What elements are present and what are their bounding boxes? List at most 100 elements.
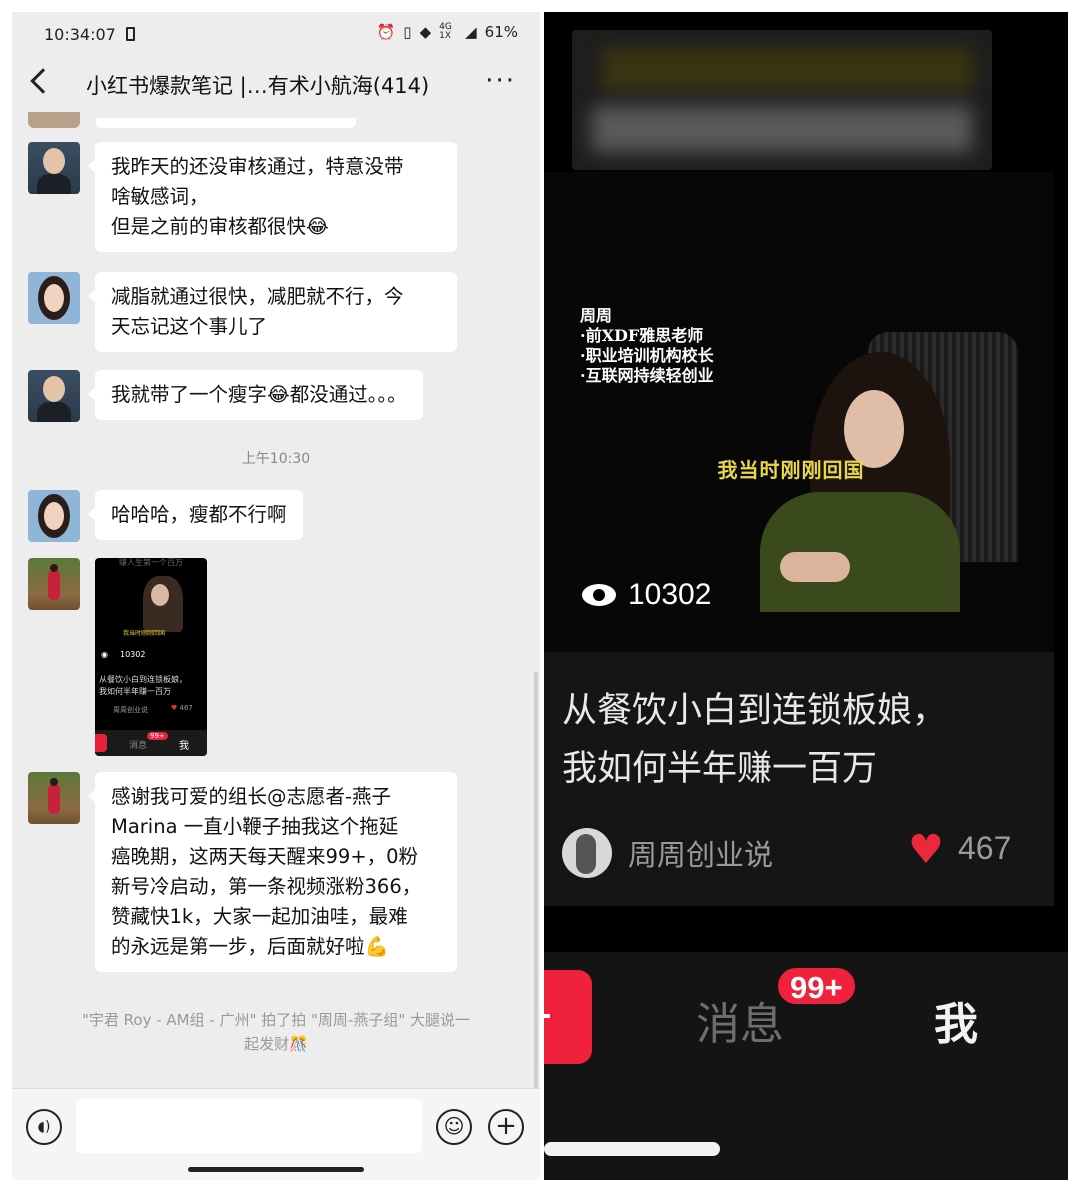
speaker-hands: [780, 552, 850, 582]
message-bubble[interactable]: 我就带了一个瘦字😂都没通过。。。: [88, 370, 423, 420]
thumb-likes: ♥ 467: [171, 704, 193, 712]
message-bubble[interactable]: 感谢我可爱的组长@志愿者-燕子 Marina 一直小鞭子抽我这个拖延 癌晚期，这…: [88, 772, 457, 972]
messages-badge: 99+: [776, 966, 857, 1006]
intro-line: ·前XDF雅思老师: [580, 326, 704, 345]
author-avatar[interactable]: [562, 828, 612, 878]
message-list: 我昨天的还没审核通过，特意没带 啥敏感词， 但是之前的审核都很快😂 减脂就通过很…: [12, 112, 540, 1092]
nav-me[interactable]: 我: [934, 988, 978, 1052]
message-row: 我就带了一个瘦字😂都没通过。。。: [28, 370, 423, 422]
thumb-nav: 消息 99+ 我: [95, 730, 207, 756]
views-counter: 10302: [582, 578, 711, 612]
message-bubble: [96, 118, 356, 128]
avatar[interactable]: [28, 112, 80, 128]
video-subtitle: 我当时刚刚回国: [717, 458, 865, 482]
thumb-top-text: 赚人生第一个百万: [119, 558, 183, 567]
thumb-face: [151, 584, 169, 606]
vibrate-icon: ▯: [403, 23, 412, 41]
scrollbar[interactable]: [534, 672, 538, 1092]
plus-icon[interactable]: +: [488, 1109, 524, 1145]
intro-line: 周周: [580, 306, 613, 325]
message-line: 我就带了一个瘦字😂都没通过。。。: [111, 383, 407, 406]
thumb-subtitle: 我当时刚刚回国: [123, 630, 166, 637]
bottom-nav: 消息 99+ 我: [544, 952, 1068, 1180]
note-title-line: 我如何半年赚一百万: [562, 749, 878, 789]
network-label: 4G 1X: [439, 22, 452, 41]
thumb-red-tab: [95, 734, 107, 752]
emoji-icon[interactable]: ☺: [436, 1109, 472, 1145]
status-time: 10:34:07: [44, 25, 116, 44]
sim-icon: [126, 27, 135, 41]
chat-title: 小红书爆款笔记 |…有术小航海(414): [86, 74, 430, 98]
signal-icon: ◢: [465, 23, 477, 41]
intro-line: ·互联网持续轻创业: [580, 366, 714, 385]
message-line: 感谢我可爱的组长@志愿者-燕子: [111, 785, 392, 808]
avatar[interactable]: [28, 490, 80, 542]
image-message[interactable]: 赚人生第一个百万 我当时刚刚回国 ◉ 10302 从餐饮小白到连锁板娘， 我如何…: [95, 558, 207, 756]
chat-panel: 10:34:07 ⏰ ▯ ◆ 4G 1X ◢ 61% 小红书爆款笔记 |…有术小…: [12, 12, 540, 1180]
avatar[interactable]: [28, 142, 80, 194]
blurred-title-image: [572, 30, 992, 170]
home-indicator[interactable]: [544, 1142, 720, 1156]
message-line: 啥敏感词，: [111, 185, 209, 208]
thumb-title-line: 我如何半年赚一百万: [99, 687, 171, 696]
home-indicator[interactable]: [188, 1167, 364, 1172]
chat-title-bar: 小红书爆款笔记 |…有术小航海(414) ···: [12, 62, 540, 106]
author-name[interactable]: 周周创业说: [628, 832, 773, 874]
message-line: 的永远是第一步，后面就好啦💪: [111, 935, 389, 958]
message-bubble[interactable]: 哈哈哈，瘦都不行啊: [88, 490, 303, 540]
message-row: 赚人生第一个百万 我当时刚刚回国 ◉ 10302 从餐饮小白到连锁板娘， 我如何…: [28, 558, 207, 756]
video-panel: 周周 ·前XDF雅思老师 ·职业培训机构校长 ·互联网持续轻创业 我当时刚刚回国…: [544, 12, 1068, 1180]
speaker-intro: 周周 ·前XDF雅思老师 ·职业培训机构校长 ·互联网持续轻创业: [580, 306, 714, 386]
heart-icon[interactable]: ♥: [908, 828, 944, 872]
alarm-icon: ⏰: [376, 23, 396, 41]
status-bar: 10:34:07 ⏰ ▯ ◆ 4G 1X ◢ 61%: [12, 12, 540, 58]
thumb-likes-count: 467: [179, 704, 193, 712]
status-icons: ⏰ ▯ ◆ 4G 1X ◢ 61%: [376, 22, 518, 42]
blurred-line: [592, 106, 972, 152]
back-icon[interactable]: [30, 68, 56, 94]
system-note-line: 起发财🎊: [244, 1035, 308, 1053]
nav-messages[interactable]: 消息: [696, 988, 784, 1052]
system-note-line: "宇君 Roy - AM组 - 广州" 拍了拍 "周周-燕子组" 大腿说一: [82, 1011, 470, 1029]
thumb-author: 周周创业说: [113, 706, 148, 714]
avatar[interactable]: [28, 558, 80, 610]
message-bubble[interactable]: 我昨天的还没审核通过，特意没带 啥敏感词， 但是之前的审核都很快😂: [88, 142, 457, 252]
avatar[interactable]: [28, 272, 80, 324]
message-row: 感谢我可爱的组长@志愿者-燕子 Marina 一直小鞭子抽我这个拖延 癌晚期，这…: [28, 772, 457, 972]
more-icon[interactable]: ···: [485, 66, 516, 96]
message-line: 天忘记这个事儿了: [111, 315, 268, 338]
avatar[interactable]: [28, 370, 80, 422]
message-line: 赞藏快1k，大家一起加油哇，最难: [111, 905, 408, 928]
message-input[interactable]: [76, 1099, 422, 1153]
system-note: "宇君 Roy - AM组 - 广州" 拍了拍 "周周-燕子组" 大腿说一 起发…: [48, 1008, 504, 1056]
message-line: 我昨天的还没审核通过，特意没带: [111, 155, 404, 178]
blurred-line: [602, 48, 972, 92]
thumb-title-line: 从餐饮小白到连锁板娘，: [99, 675, 187, 684]
message-line: 减脂就通过很快，减肥就不行，今: [111, 285, 404, 308]
thumb-nav-messages: 消息: [129, 741, 148, 751]
message-timestamp: 上午10:30: [241, 451, 311, 467]
thumb-nav-badge: 99+: [147, 732, 168, 740]
likes-count: 467: [958, 830, 1012, 866]
message-line: 但是之前的审核都很快😂: [111, 215, 329, 238]
avatar[interactable]: [28, 772, 80, 824]
message-row: 我昨天的还没审核通过，特意没带 啥敏感词， 但是之前的审核都很快😂: [28, 142, 457, 252]
publish-tab[interactable]: [544, 970, 592, 1064]
input-bar: ◖) ☺ +: [12, 1088, 540, 1180]
message-line: 癌晚期，这两天每天醒来99+，0粉: [111, 845, 419, 868]
intro-line: ·职业培训机构校长: [580, 346, 714, 365]
views-count: 10302: [628, 578, 712, 611]
thumb-views-count: 10302: [119, 650, 146, 659]
note-info[interactable]: 从餐饮小白到连锁板娘， 我如何半年赚一百万 周周创业说 ♥ 467: [544, 652, 1054, 906]
voice-icon[interactable]: ◖): [26, 1109, 62, 1145]
thumb-nav-me: 我: [179, 741, 189, 752]
note-title-line: 从餐饮小白到连锁板娘，: [562, 691, 948, 731]
battery-label: 61%: [484, 23, 518, 41]
message-line: 哈哈哈，瘦都不行啊: [111, 503, 287, 526]
message-bubble[interactable]: 减脂就通过很快，减肥就不行，今 天忘记这个事儿了: [88, 272, 457, 352]
message-line: Marina 一直小鞭子抽我这个拖延: [111, 815, 399, 838]
thumb-title: 从餐饮小白到连锁板娘， 我如何半年赚一百万: [99, 674, 205, 698]
eye-icon: [582, 584, 616, 606]
wifi-icon: ◆: [419, 23, 432, 41]
message-line: 新号冷启动，第一条视频涨粉366，: [111, 875, 422, 898]
